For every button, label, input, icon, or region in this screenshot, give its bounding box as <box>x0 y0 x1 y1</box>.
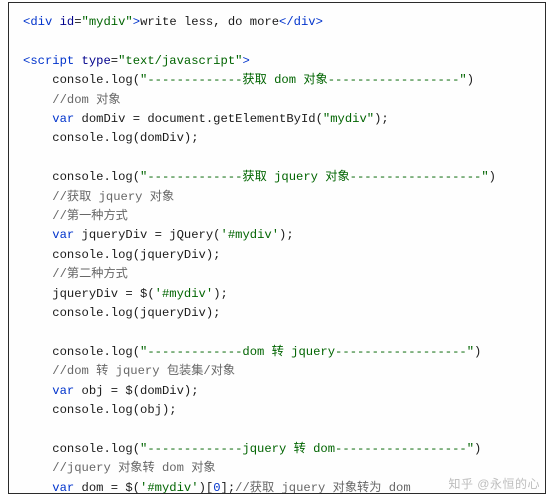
code-token: ) <box>489 170 496 184</box>
code-token: var <box>52 112 81 126</box>
code-token: console.log( <box>52 345 140 359</box>
code-token: > <box>242 54 249 68</box>
code-line: console.log("-------------获取 jquery 对象--… <box>23 170 496 184</box>
code-token: console.log( <box>52 170 140 184</box>
code-block: <div id="mydiv">write less, do more</div… <box>23 13 531 494</box>
code-token: '#mydiv' <box>140 481 199 494</box>
code-token: ); <box>213 287 228 301</box>
code-line <box>23 423 30 437</box>
code-line: //获取 jquery 对象 <box>23 190 174 204</box>
code-token: type <box>82 54 111 68</box>
code-line: console.log(obj); <box>23 403 177 417</box>
code-token: //第二种方式 <box>52 267 128 281</box>
code-line: <div id="mydiv">write less, do more</div… <box>23 15 323 29</box>
code-line: var obj = $(domDiv); <box>23 384 199 398</box>
code-line: <script type="text/javascript"> <box>23 54 250 68</box>
code-token: id <box>60 15 75 29</box>
code-line: console.log(jqueryDiv); <box>23 306 220 320</box>
code-token: var <box>52 481 81 494</box>
code-token: "-------------jquery 转 dom--------------… <box>140 442 474 456</box>
code-token: //获取 jquery 对象转为 dom <box>235 481 411 494</box>
code-token: //jquery 对象转 dom 对象 <box>52 461 215 475</box>
code-line: //dom 转 jquery 包装集/对象 <box>23 364 235 378</box>
code-token <box>23 423 30 437</box>
code-line <box>23 151 30 165</box>
code-token: ); <box>374 112 389 126</box>
code-token: jqueryDiv = $( <box>52 287 154 301</box>
code-token: = <box>111 54 118 68</box>
code-line: jqueryDiv = $('#mydiv'); <box>23 287 228 301</box>
code-token: //获取 jquery 对象 <box>52 190 174 204</box>
code-token <box>23 151 30 165</box>
code-token <box>23 326 30 340</box>
code-line: var domDiv = document.getElementById("my… <box>23 112 389 126</box>
code-line: console.log("-------------jquery 转 dom--… <box>23 442 481 456</box>
code-line <box>23 34 30 48</box>
code-token: //dom 转 jquery 包装集/对象 <box>52 364 235 378</box>
code-line: //第一种方式 <box>23 209 128 223</box>
code-line: var jqueryDiv = jQuery('#mydiv'); <box>23 228 294 242</box>
code-token: "-------------dom 转 jquery--------------… <box>140 345 474 359</box>
code-token: console.log(jqueryDiv); <box>52 248 220 262</box>
code-token: "text/javascript" <box>118 54 242 68</box>
code-token: //第一种方式 <box>52 209 128 223</box>
code-line: //jquery 对象转 dom 对象 <box>23 461 216 475</box>
code-line <box>23 326 30 340</box>
code-token: domDiv = document.getElementById( <box>82 112 323 126</box>
code-token: ) <box>467 73 474 87</box>
code-line: console.log("-------------获取 dom 对象-----… <box>23 73 474 87</box>
code-token: console.log( <box>52 73 140 87</box>
code-token: "mydiv" <box>82 15 133 29</box>
code-token: ) <box>474 345 481 359</box>
code-token: )[ <box>199 481 214 494</box>
code-token: dom = $( <box>82 481 141 494</box>
code-token: jqueryDiv = jQuery( <box>82 228 221 242</box>
code-line: console.log("-------------dom 转 jquery--… <box>23 345 481 359</box>
code-line: //第二种方式 <box>23 267 128 281</box>
code-token: <div <box>23 15 60 29</box>
code-token: ) <box>474 442 481 456</box>
code-token: "mydiv" <box>323 112 374 126</box>
code-token: write less, do more <box>140 15 279 29</box>
code-token: console.log(jqueryDiv); <box>52 306 220 320</box>
code-token <box>23 34 30 48</box>
code-token: console.log(domDiv); <box>52 131 198 145</box>
code-token: var <box>52 228 81 242</box>
code-line: var dom = $('#mydiv')[0];//获取 jquery 对象转… <box>23 481 411 494</box>
code-token: obj = $(domDiv); <box>82 384 199 398</box>
code-line: console.log(domDiv); <box>23 131 199 145</box>
code-token: "-------------获取 jquery 对象--------------… <box>140 170 489 184</box>
code-line: //dom 对象 <box>23 93 121 107</box>
code-token: 0 <box>213 481 220 494</box>
code-line: console.log(jqueryDiv); <box>23 248 220 262</box>
code-token: <script <box>23 54 82 68</box>
watermark: 知乎 @永恒的心 <box>448 475 540 492</box>
code-token: console.log( <box>52 442 140 456</box>
code-token: '#mydiv' <box>155 287 214 301</box>
code-box: <div id="mydiv">write less, do more</div… <box>8 2 546 494</box>
code-token: </div> <box>279 15 323 29</box>
viewport: <div id="mydiv">write less, do more</div… <box>0 0 554 500</box>
code-token: var <box>52 384 81 398</box>
code-token: '#mydiv' <box>221 228 280 242</box>
code-token: "-------------获取 dom 对象-----------------… <box>140 73 467 87</box>
code-token: ]; <box>221 481 236 494</box>
code-token: console.log(obj); <box>52 403 176 417</box>
code-token: = <box>74 15 81 29</box>
code-token: > <box>133 15 140 29</box>
code-token: ); <box>279 228 294 242</box>
code-token: //dom 对象 <box>52 93 120 107</box>
